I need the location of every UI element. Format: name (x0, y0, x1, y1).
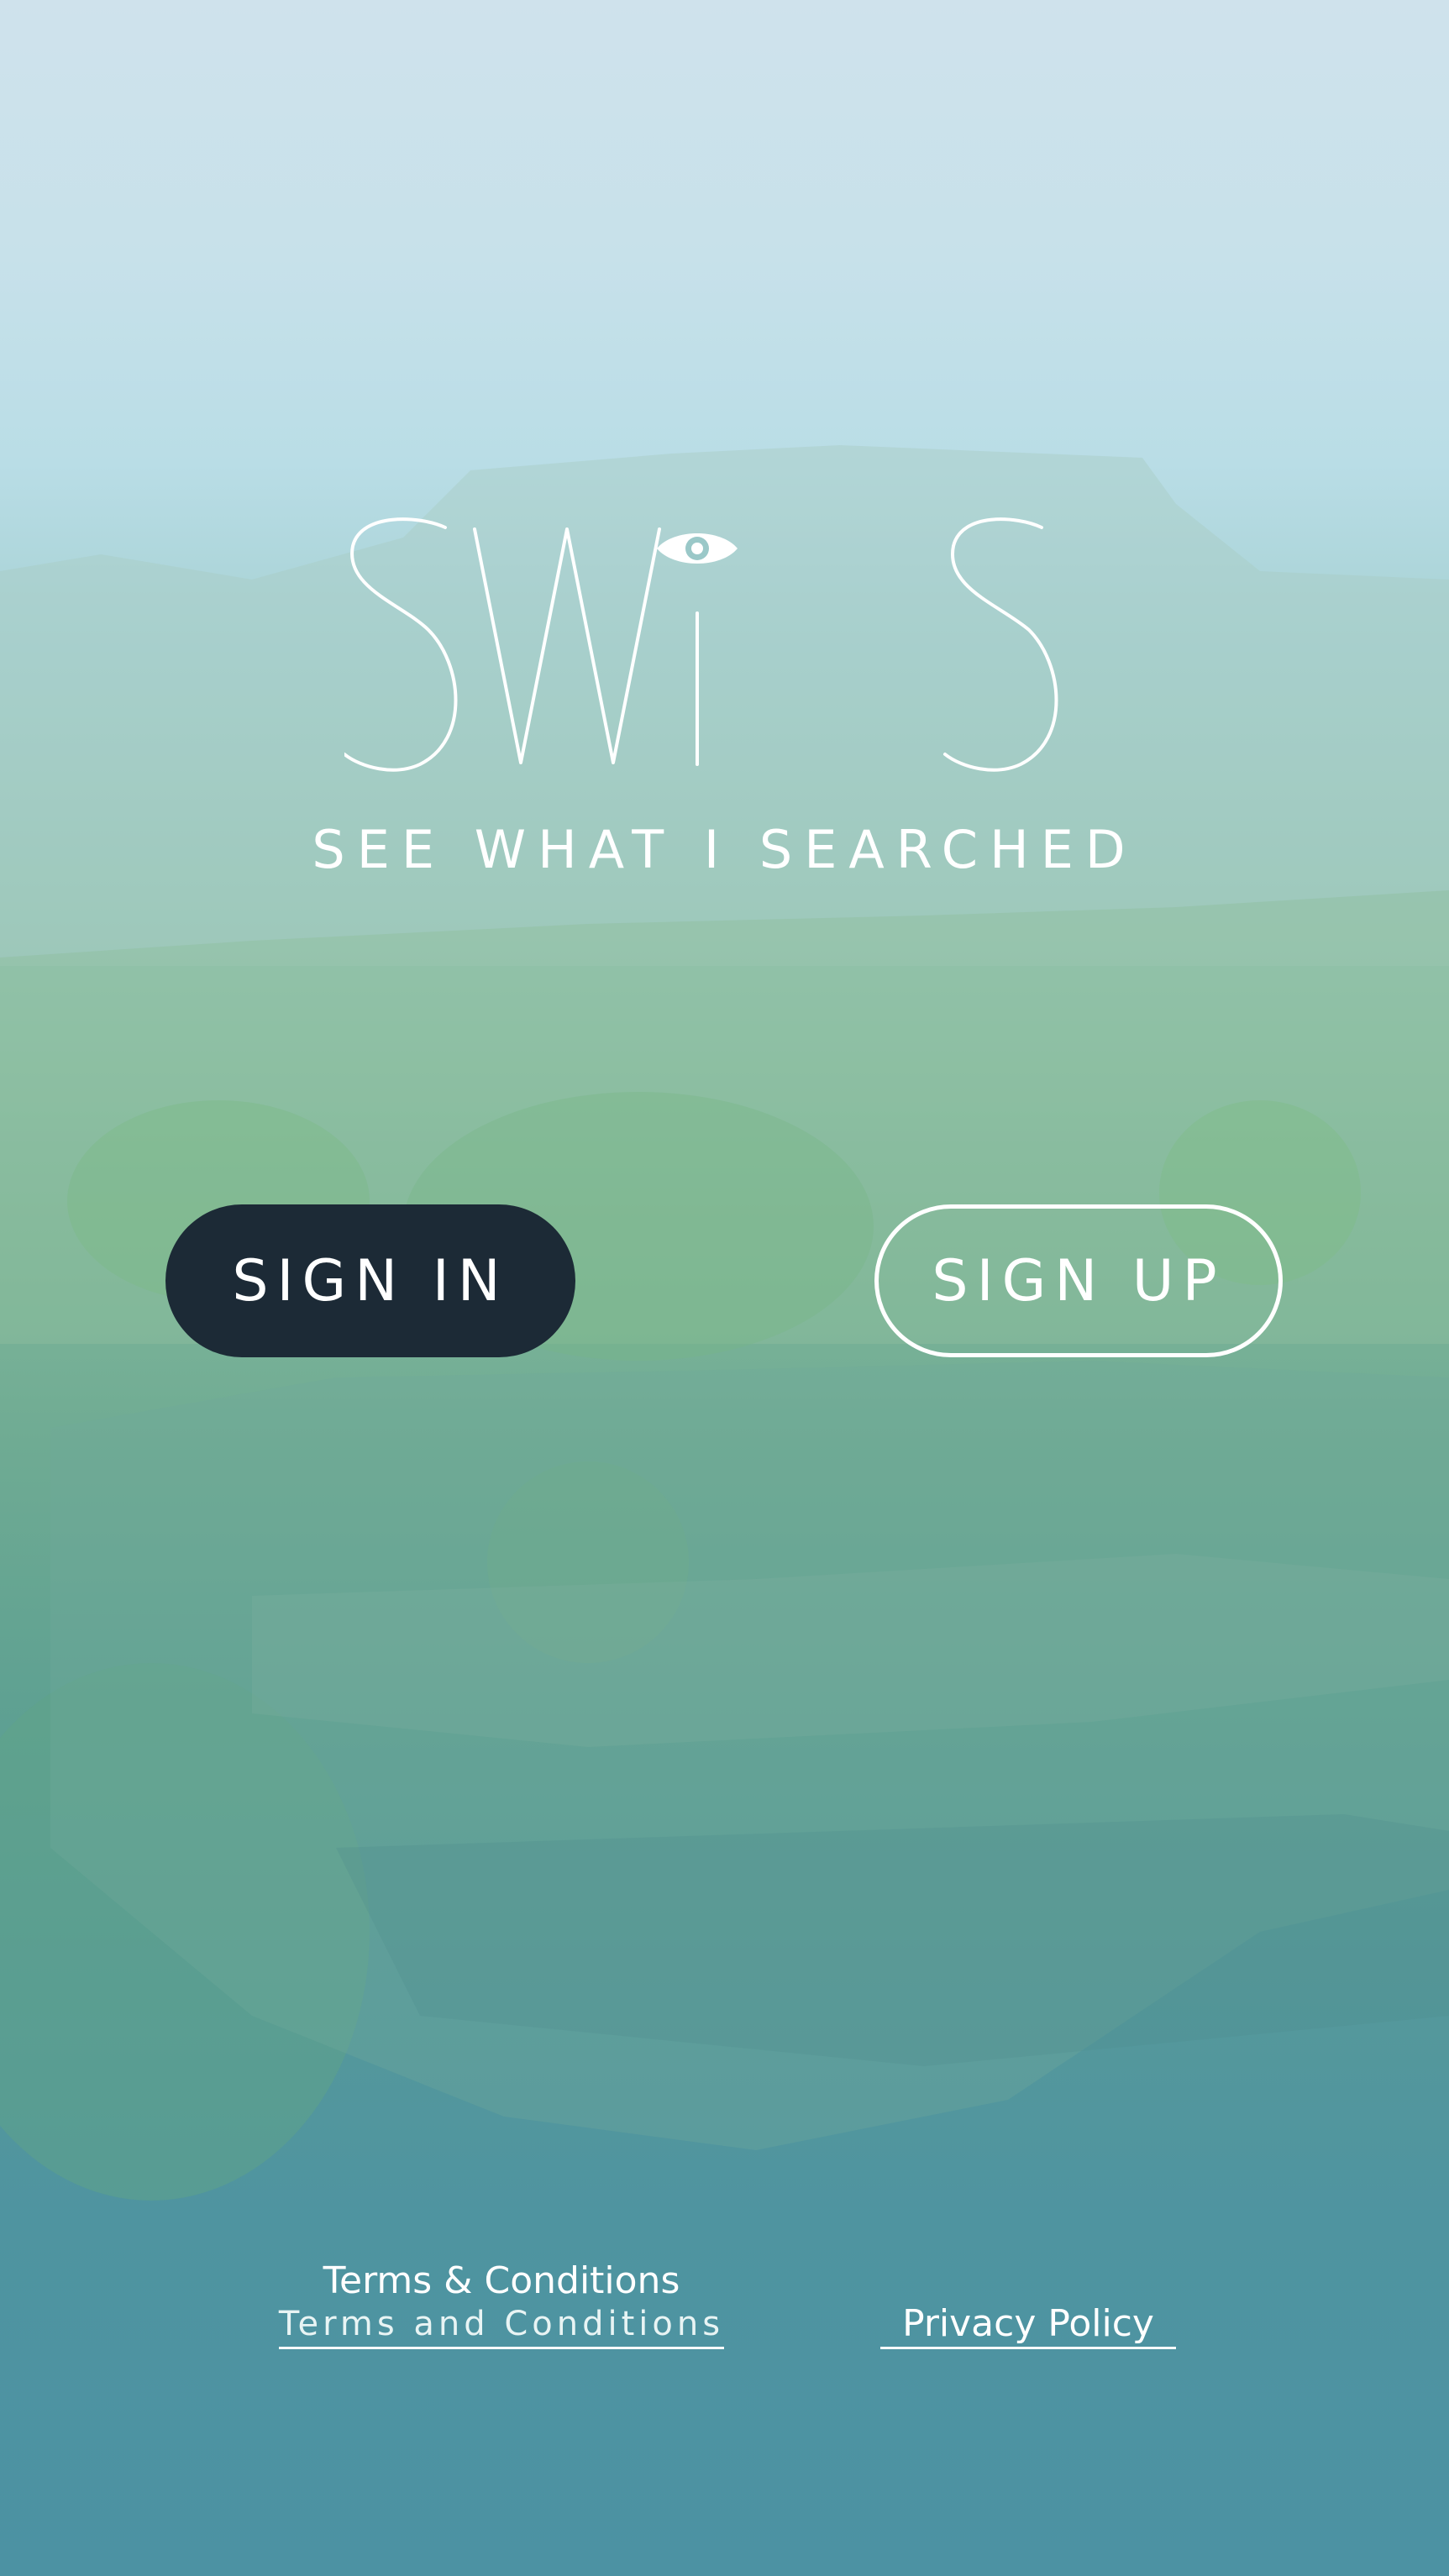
terms-title: Terms & Conditions (323, 2259, 680, 2302)
terms-link[interactable]: Terms and Conditions (278, 2303, 725, 2349)
tagline: SEE WHAT I SEARCHED (312, 819, 1137, 880)
terms-group: Terms & Conditions Terms and Conditions (271, 2259, 732, 2349)
sign-in-button[interactable]: SIGN IN (165, 1204, 575, 1357)
privacy-policy-link[interactable]: Privacy Policy (880, 2303, 1176, 2349)
sign-up-button[interactable]: SIGN UP (874, 1204, 1283, 1357)
eye-icon (657, 533, 738, 564)
